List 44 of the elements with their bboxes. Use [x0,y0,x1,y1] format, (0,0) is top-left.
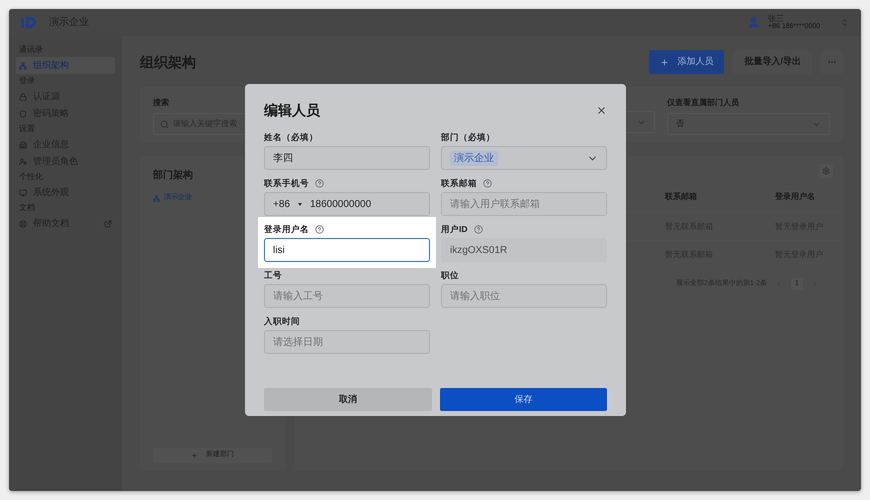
sidebar-item-icon [19,158,27,166]
search-icon [160,120,169,128]
cancel-button[interactable]: 取消 [264,388,432,411]
plus-icon [191,452,198,459]
add-member-button[interactable]: 添加人员 [649,50,724,74]
settings-icon [822,167,830,175]
field-label: 联系邮箱 [441,176,477,190]
text-input[interactable]: 请输入职位 [441,284,607,308]
phone-number: 18600000000 [310,198,372,212]
text-input[interactable]: 请输入用户联系邮箱 [441,192,607,216]
save-button[interactable]: 保存 [440,388,607,411]
tree-icon [153,194,160,202]
field-label: 职位 [441,268,459,282]
phone-field[interactable]: +86 18600000000 [264,192,430,216]
field-label: 联系手机号 [264,176,309,190]
settings-button[interactable] [819,164,833,178]
plus-icon [660,58,670,66]
country-code[interactable]: +86 [273,196,302,212]
sidebar-item-icon [19,110,27,118]
field-label: 登录用户名 [264,222,309,236]
sidebar-item-icon [19,140,27,148]
avatar-icon [747,16,760,29]
logo-icon [21,17,37,28]
text-input[interactable]: 请选择日期 [264,330,430,354]
text-input[interactable]: lisi [264,238,430,262]
text-input[interactable]: 李四 [264,146,430,170]
field-label: 姓名（必填） [264,130,318,144]
department-tag: 演示企业 [450,150,498,166]
field-label: 入职时间 [264,314,300,328]
field-label: 用户ID [441,222,468,236]
sidebar-item[interactable]: 组织架构 [16,57,115,74]
sidebar-item-icon [19,92,27,100]
close-icon[interactable] [596,104,607,116]
caret-icon [298,202,302,206]
dialog-title: 编辑人员 [264,100,320,120]
chevron-updown-icon[interactable] [840,18,849,27]
sidebar-item-icon [19,188,27,196]
field-label: 工号 [264,268,282,282]
department-select[interactable]: 演示企业 [441,146,607,170]
external-link-icon [104,220,112,228]
sidebar-item-icon [19,62,27,70]
field-label: 部门（必填） [441,130,495,144]
sidebar-item-icon [19,220,27,228]
text-input[interactable]: 请输入工号 [264,284,430,308]
